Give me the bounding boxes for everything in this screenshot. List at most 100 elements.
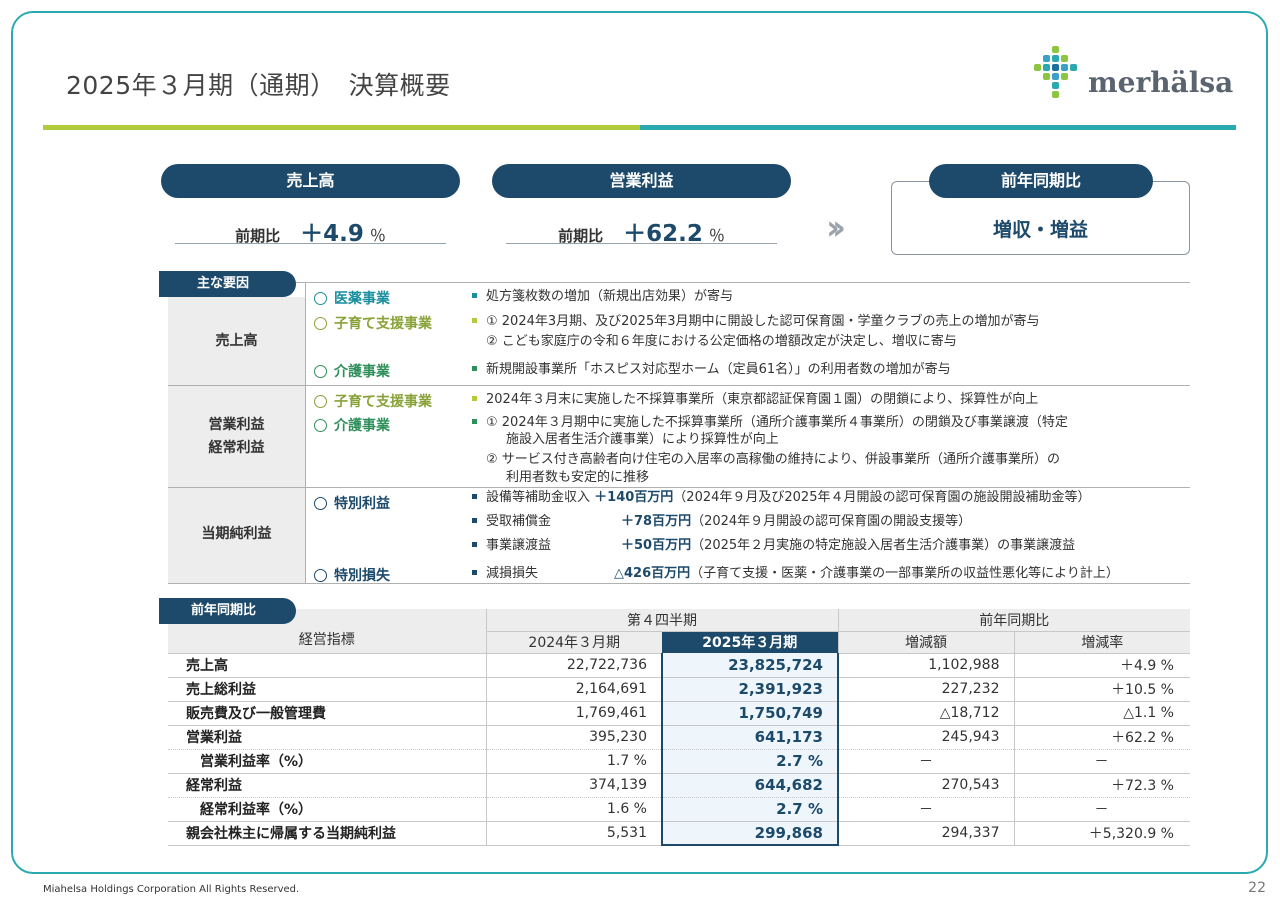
row-cur: 2,391,923 bbox=[661, 677, 839, 702]
segment-medical: 医薬事業 bbox=[314, 288, 390, 308]
segment-care-label: 介護事業 bbox=[334, 364, 390, 380]
factor-divider-2 bbox=[168, 487, 1190, 488]
factor-profit-line-2: ① 2024年３月期中に実施した不採算事業所（通所介護事業所４事業所）の閉鎖及び… bbox=[472, 414, 1068, 432]
row-diff: 1,102,988 bbox=[837, 653, 1014, 678]
row-prev: 2,164,691 bbox=[485, 677, 662, 702]
care-icon bbox=[314, 418, 327, 432]
sales-kpi-value: ＋4.9 bbox=[300, 221, 364, 247]
row-cur: 2.7 % bbox=[661, 797, 839, 822]
col-diff: 増減額 bbox=[837, 631, 1014, 654]
logo-mark bbox=[1034, 46, 1077, 98]
yoy-header: 前年同期比 bbox=[929, 164, 1153, 198]
factor-net-name-4: 減損損失 bbox=[486, 566, 539, 581]
segment-child-label-2: 子育て支援事業 bbox=[334, 394, 432, 410]
row-diff: △18,712 bbox=[837, 701, 1014, 726]
bullet-square bbox=[472, 318, 477, 323]
factor-net-line-1: 設備等補助金収入 ＋140百万円（2024年９月及び2025年４月開設の認可保育… bbox=[472, 489, 1090, 507]
row-rate: － bbox=[1013, 797, 1190, 822]
segment-special-loss-label: 特別損失 bbox=[334, 568, 390, 584]
factor-sales-text-3: ② こども家庭庁の令和６年度における公定価格の増額改定が決定し、増収に寄与 bbox=[486, 334, 957, 349]
row-name: 経常利益率（%） bbox=[168, 797, 486, 822]
sales-kpi: 前期比 ＋4.9 ％ bbox=[175, 214, 446, 247]
table-header-row-1: 経営指標 第４四半期 前年同期比 bbox=[168, 609, 1190, 654]
sales-kpi-unit: ％ bbox=[369, 226, 386, 245]
row-cur: 2.7 % bbox=[661, 749, 839, 774]
row-prev: 22,722,736 bbox=[485, 653, 662, 678]
row-rate: ＋4.9 % bbox=[1013, 653, 1190, 678]
row-name: 営業利益率（%） bbox=[168, 749, 486, 774]
title-rule-green bbox=[43, 125, 640, 130]
op-profit-kpi-label: 前期比 bbox=[558, 227, 604, 245]
row-diff: 245,943 bbox=[837, 725, 1014, 750]
factor-profit-line-3: 施設入居者生活介護事業）により採算性が向上 bbox=[506, 431, 779, 449]
bullet-square bbox=[472, 293, 477, 298]
table-row: 親会社株主に帰属する当期純利益 5,531 299,868 294,337 ＋5… bbox=[168, 821, 1190, 846]
page-number: 22 bbox=[1248, 880, 1266, 896]
row-rate: ＋10.5 % bbox=[1013, 677, 1190, 702]
factor-net-line-2: 受取補償金 ＋78百万円（2024年９月開設の認可保育園の開設支援等） bbox=[472, 513, 971, 531]
segment-care-2: 介護事業 bbox=[314, 415, 390, 435]
col-yoy: 前年同期比 bbox=[837, 609, 1190, 632]
row-cur: 644,682 bbox=[661, 773, 839, 798]
op-profit-kpi-value: ＋62.2 bbox=[623, 221, 703, 247]
row-name: 経常利益 bbox=[168, 773, 486, 798]
table-row: 販売費及び一般管理費 1,769,461 1,750,749 △18,712 △… bbox=[168, 701, 1190, 726]
segment-special-loss: 特別損失 bbox=[314, 565, 390, 585]
row-cur: 299,868 bbox=[661, 821, 839, 846]
factor-profit-text-5: 利用者数も安定的に推移 bbox=[506, 470, 650, 485]
segment-care-label-2: 介護事業 bbox=[334, 418, 390, 434]
table-row: 経常利益率（%） 1.6 % 2.7 % － － bbox=[168, 797, 1190, 822]
financial-table: 経営指標 第４四半期 前年同期比 2024年３月期 2025年３月期 増減額 増… bbox=[168, 609, 1190, 846]
table-row: 経常利益 374,139 644,682 270,543 ＋72.3 % bbox=[168, 773, 1190, 798]
segment-special-gain-label: 特別利益 bbox=[334, 496, 390, 512]
page-title: 2025年３月期（通期） 決算概要 bbox=[66, 71, 451, 100]
child-icon bbox=[314, 394, 327, 408]
sales-kpi-label: 前期比 bbox=[235, 227, 281, 245]
factor-profit-line-4: ② サービス付き高齢者向け住宅の入居率の高稼働の維持により、併設事業所（通所介護… bbox=[486, 451, 1060, 469]
factor-net-note-1: （2024年９月及び2025年４月開設の認可保育園の施設開設補助金等） bbox=[673, 490, 1091, 505]
factor-sales-text-4: 新規開設事業所「ホスピス対応型ホーム（定員61名）」の利用者数の増加が寄与 bbox=[486, 362, 951, 377]
factor-profit-label-1: 営業利益 bbox=[208, 417, 265, 433]
table-row: 営業利益率（%） 1.7 % 2.7 % － － bbox=[168, 749, 1190, 774]
row-diff: 294,337 bbox=[837, 821, 1014, 846]
row-rate: △1.1 % bbox=[1013, 701, 1190, 726]
bullet-square bbox=[472, 396, 477, 401]
row-rate: － bbox=[1013, 749, 1190, 774]
row-diff: 270,543 bbox=[837, 773, 1014, 798]
factor-profit-label-2: 経常利益 bbox=[208, 440, 265, 456]
factor-sales-label: 売上高 bbox=[215, 333, 258, 349]
row-name: 親会社株主に帰属する当期純利益 bbox=[168, 821, 486, 846]
row-prev: 1,769,461 bbox=[485, 701, 662, 726]
row-name: 売上高 bbox=[168, 653, 486, 678]
factor-sales-text-1: 処方箋枚数の増加（新規出店効果）が寄与 bbox=[486, 289, 734, 304]
row-rate: ＋72.3 % bbox=[1013, 773, 1190, 798]
factor-divider-1 bbox=[168, 385, 1190, 386]
factor-vertical-line bbox=[305, 282, 306, 584]
factor-net-amount-3: ＋50百万円 bbox=[621, 538, 692, 553]
segment-medical-label: 医薬事業 bbox=[334, 291, 390, 307]
row-prev: 1.6 % bbox=[485, 797, 662, 822]
segment-child-2: 子育て支援事業 bbox=[314, 391, 432, 411]
row-cur: 641,173 bbox=[661, 725, 839, 750]
factor-net-name-2: 受取補償金 bbox=[486, 514, 552, 529]
row-name: 営業利益 bbox=[168, 725, 486, 750]
row-name: 販売費及び一般管理費 bbox=[168, 701, 486, 726]
row-cur: 1,750,749 bbox=[661, 701, 839, 726]
factor-net-amount-2: ＋78百万円 bbox=[621, 514, 692, 529]
pill-icon bbox=[314, 291, 327, 305]
row-prev: 5,531 bbox=[485, 821, 662, 846]
factor-net-line-4: 減損損失 △426百万円（子育て支援・医薬・介護事業の一部事業所の収益性悪化等によ… bbox=[472, 565, 1119, 583]
factor-top-line bbox=[296, 282, 1190, 283]
factor-net-line-3: 事業譲渡益 ＋50百万円（2025年２月実施の特定施設入居者生活介護事業）の事業譲… bbox=[472, 537, 1075, 555]
table-tag: 前年同期比 bbox=[159, 598, 296, 624]
factor-net-name-1: 設備等補助金収入 bbox=[486, 490, 591, 505]
op-profit-kpi: 前期比 ＋62.2 ％ bbox=[506, 214, 777, 247]
row-rate: ＋5,320.9 % bbox=[1013, 821, 1190, 846]
col-current-year: 2025年３月期 bbox=[662, 631, 838, 653]
segment-special-gain: 特別利益 bbox=[314, 493, 390, 513]
row-prev: 395,230 bbox=[485, 725, 662, 750]
col-q4: 第４四半期 bbox=[485, 609, 838, 632]
col-prev-year: 2024年３月期 bbox=[485, 631, 662, 654]
factor-net-amount-1: ＋140百万円 bbox=[594, 490, 674, 505]
row-cur: 23,825,724 bbox=[661, 653, 839, 678]
